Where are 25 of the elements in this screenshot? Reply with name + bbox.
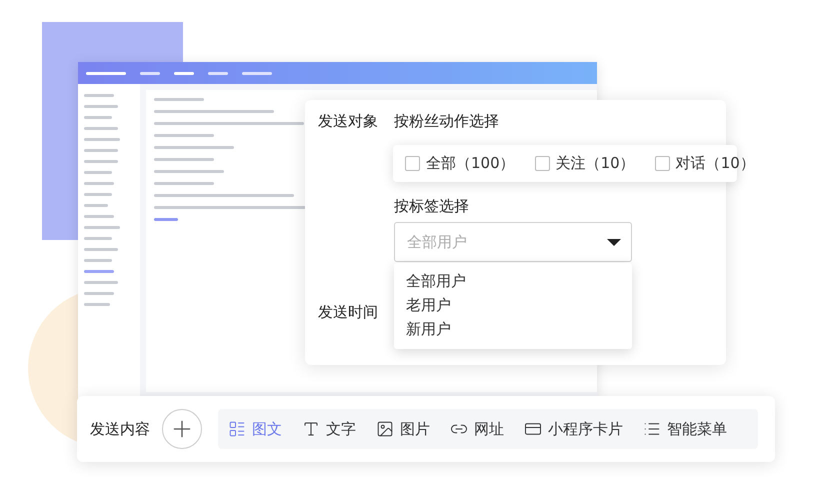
field-label: 发送内容 — [90, 420, 150, 438]
caret-icon — [607, 238, 621, 246]
checkbox-label: 全部（100） — [426, 154, 515, 173]
field-label: 发送对象 — [318, 112, 378, 131]
article-icon — [228, 420, 246, 438]
checkbox-label: 关注（10） — [556, 154, 635, 173]
field-label: 发送时间 — [318, 303, 378, 322]
dropdown-option[interactable]: 全部用户 — [394, 269, 632, 293]
image-icon — [376, 420, 394, 438]
content-type-button[interactable]: 图片 — [376, 420, 430, 438]
checkbox[interactable] — [534, 156, 550, 171]
section-label: 按粉丝动作选择 — [394, 112, 499, 131]
content-type-button[interactable]: 文字 — [302, 420, 356, 438]
content-type-button[interactable]: 小程序卡片 — [524, 420, 623, 438]
dropdown-option[interactable]: 新用户 — [394, 317, 632, 341]
section-label: 按标签选择 — [394, 197, 469, 216]
content-type-button[interactable]: 智能菜单 — [643, 420, 727, 438]
dropdown-option[interactable]: 老用户 — [394, 293, 632, 317]
text-icon — [302, 420, 320, 438]
checkbox[interactable] — [405, 156, 420, 171]
content-type-button[interactable]: 图文 — [228, 420, 282, 438]
checkbox[interactable] — [654, 156, 670, 171]
content-type-button[interactable]: 网址 — [450, 420, 504, 438]
checkbox-label: 对话（10） — [676, 154, 755, 173]
add-button[interactable] — [162, 409, 202, 449]
